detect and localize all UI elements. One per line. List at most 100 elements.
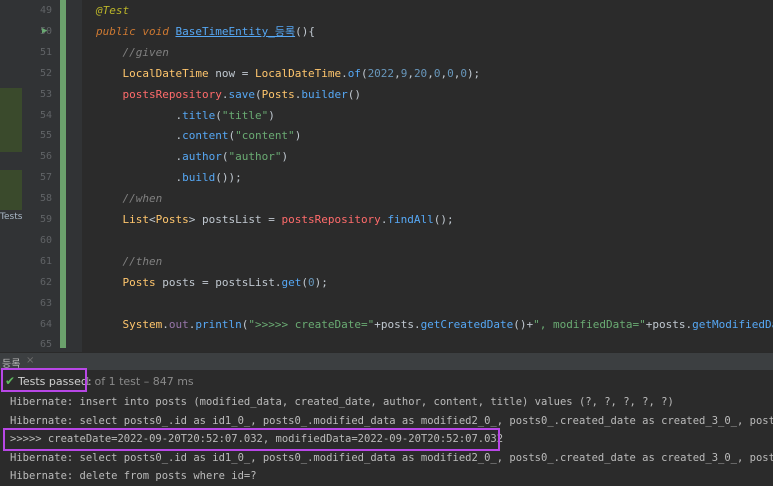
code-line[interactable]: 56 .author("author")	[0, 146, 773, 167]
line-number: 49	[39, 5, 52, 16]
code-line[interactable]: 55 .content("content")	[0, 125, 773, 146]
code-token: "title"	[221, 108, 269, 122]
run-tab-bar: 등록 ×	[0, 352, 773, 371]
code-token: out	[168, 317, 189, 331]
code-line[interactable]: 52 LocalDateTime now = LocalDateTime.of(…	[0, 63, 773, 84]
code-line[interactable]: 60	[0, 230, 773, 251]
line-number: 65	[39, 339, 52, 351]
line-number: 61	[39, 255, 52, 267]
code-token: public	[96, 24, 143, 38]
code-token: postsRepository	[122, 87, 222, 101]
code-token: "author"	[228, 150, 282, 164]
code-text: .build());	[96, 167, 242, 188]
code-token: //given	[122, 45, 169, 59]
code-line[interactable]: 65	[0, 334, 773, 352]
code-text: LocalDateTime now = LocalDateTime.of(202…	[96, 63, 481, 84]
code-token: <	[149, 213, 156, 226]
code-token: 0	[460, 66, 467, 80]
code-token: getModifiedData	[692, 317, 773, 331]
line-number: 62	[39, 276, 52, 288]
code-token: getCreatedDate	[420, 317, 514, 331]
status-highlight-box	[1, 368, 87, 392]
code-text: //when	[96, 188, 163, 209]
code-line[interactable]: 64 System.out.println(">>>>> createDate=…	[0, 314, 773, 335]
code-token: +posts.	[645, 317, 693, 331]
code-token: (){	[295, 24, 315, 38]
code-token: .	[96, 150, 183, 164]
code-token: findAll	[387, 213, 434, 226]
code-line[interactable]: 61 //then	[0, 251, 773, 272]
line-number: 52	[39, 67, 52, 79]
code-token: //when	[122, 192, 163, 206]
line-number: 58	[39, 193, 52, 205]
code-token: 2022	[367, 66, 395, 80]
code-token: Posts	[261, 87, 295, 101]
code-token: build	[182, 171, 216, 185]
code-line[interactable]: 59 List<Posts> postsList = postsReposito…	[0, 209, 773, 230]
code-line[interactable]: 54 .title("title")	[0, 105, 773, 126]
code-token: LocalDateTime	[254, 66, 342, 80]
code-token: "content"	[235, 129, 295, 143]
code-text: System.out.println(">>>>> createDate="+p…	[96, 314, 773, 335]
line-number: 50	[39, 25, 52, 37]
code-line[interactable]: 50 ▶ public void BaseTimeEntity_등록(){	[0, 21, 773, 42]
code-token: )	[294, 129, 302, 143]
code-token: )	[268, 108, 275, 122]
code-line[interactable]: 57 .build());	[0, 167, 773, 188]
code-token: content	[182, 129, 229, 143]
code-token: of	[347, 66, 361, 80]
code-token: ());	[215, 171, 242, 185]
code-token: builder	[301, 87, 348, 101]
tests-passed-detail: 1 of 1 test – 847 ms	[84, 375, 194, 388]
line-number: 55	[39, 130, 52, 142]
code-token: System	[122, 317, 163, 331]
line-number: 51	[39, 46, 52, 58]
code-line[interactable]: 49 @Test	[0, 0, 773, 21]
code-line[interactable]: 51 //given	[0, 42, 773, 63]
code-token: //then	[122, 254, 163, 268]
code-token: +posts.	[374, 317, 421, 331]
code-token: BaseTimeEntity_등록	[175, 24, 296, 38]
code-token: 0	[307, 275, 315, 289]
code-token: );	[466, 66, 481, 80]
code-text: postsRepository.save(Posts.builder()	[96, 84, 361, 105]
code-token: List	[122, 213, 150, 226]
code-token: LocalDateTime	[122, 66, 216, 80]
code-text: //given	[96, 42, 169, 63]
code-token: (	[215, 108, 222, 122]
line-number: 63	[39, 297, 52, 309]
line-number: 59	[39, 214, 52, 225]
run-test-icon[interactable]: ▶	[42, 21, 47, 42]
line-number: 60	[39, 234, 52, 246]
code-token: now =	[215, 66, 255, 80]
code-line[interactable]: 53 postsRepository.save(Posts.builder()	[0, 84, 773, 105]
code-line[interactable]: 63	[0, 293, 773, 314]
code-token: void	[142, 24, 176, 38]
output-highlight-box	[3, 428, 500, 451]
code-token: (	[360, 66, 368, 80]
code-token: (	[254, 87, 262, 101]
code-line[interactable]: 58 //when	[0, 188, 773, 209]
line-number: 54	[39, 109, 52, 121]
code-token: > postsList =	[188, 213, 282, 226]
code-token: .	[162, 317, 169, 331]
console-line: Hibernate: delete from posts where id=?	[10, 470, 257, 483]
code-token: .	[96, 108, 183, 122]
code-token: ,	[394, 66, 401, 80]
code-line[interactable]: 62 Posts posts = postsList.get(0);	[0, 272, 773, 293]
code-editor[interactable]: Tests 49 @Test 50 ▶ public void BaseTimeEnti…	[0, 0, 773, 352]
code-token: ", modifiedData="	[533, 317, 646, 331]
code-token: 20	[413, 66, 428, 80]
code-token: .	[341, 66, 348, 80]
code-token: get	[281, 275, 302, 289]
code-text: .content("content")	[96, 125, 301, 146]
code-text: Posts posts = postsList.get(0);	[96, 272, 328, 293]
close-icon[interactable]: ×	[26, 355, 34, 366]
